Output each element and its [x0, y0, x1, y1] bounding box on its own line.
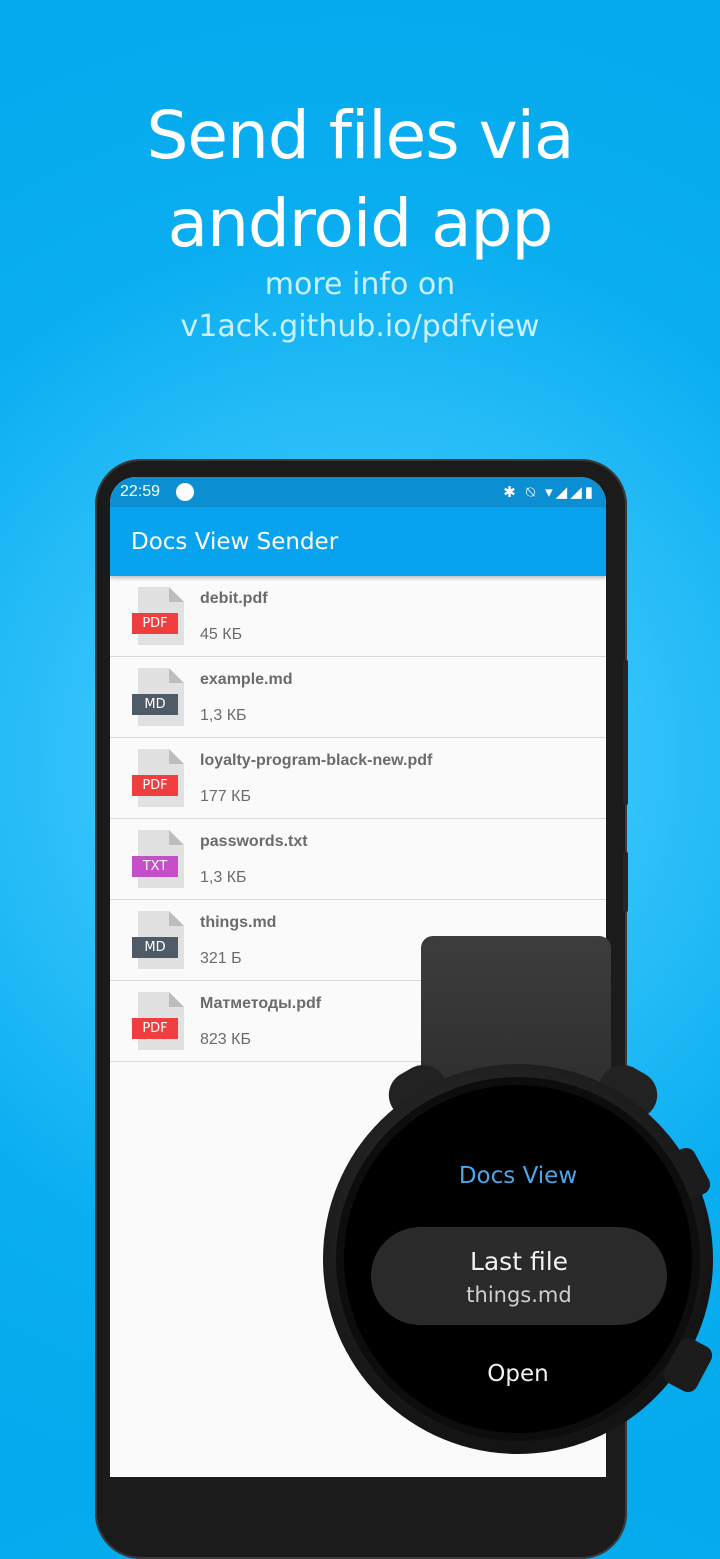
pdf-file-icon: PDF [132, 992, 184, 1050]
md-file-icon: MD [132, 668, 184, 726]
file-list-item[interactable]: PDF debit.pdf 45 КБ [110, 576, 606, 657]
watch-app-title: Docs View [458, 1163, 578, 1189]
file-size: 177 КБ [200, 788, 251, 805]
pdf-file-icon: PDF [132, 749, 184, 807]
last-file-name: things.md [466, 1283, 572, 1307]
notification-dot-icon [176, 483, 194, 501]
subheadline: more info on v1ack.github.io/pdfview [0, 264, 720, 348]
file-list-item[interactable]: PDF loyalty-program-black-new.pdf 177 КБ [110, 738, 606, 819]
headline-line-1: Send files via [146, 97, 575, 174]
headline: Send files via android app [0, 92, 720, 268]
file-type-tag: MD [132, 937, 178, 958]
last-file-card[interactable]: Last file things.md [371, 1227, 667, 1325]
file-list-item[interactable]: TXT passwords.txt 1,3 КБ [110, 819, 606, 900]
status-icons: ✱ ⍉ ▾◢◢▮ [503, 484, 596, 501]
app-bar: Docs View Sender [110, 507, 606, 576]
file-size: 823 КБ [200, 1031, 251, 1048]
file-name: loyalty-program-black-new.pdf [200, 752, 433, 769]
file-type-tag: MD [132, 694, 178, 715]
headline-line-2: android app [167, 185, 554, 262]
file-list-item[interactable]: MD example.md 1,3 КБ [110, 657, 606, 738]
file-name: passwords.txt [200, 833, 308, 850]
subheadline-url: v1ack.github.io/pdfview [180, 309, 540, 344]
file-size: 321 Б [200, 950, 242, 967]
file-size: 1,3 КБ [200, 869, 247, 886]
file-type-tag: TXT [132, 856, 178, 877]
last-file-label: Last file [469, 1247, 569, 1276]
md-file-icon: MD [132, 911, 184, 969]
file-size: 45 КБ [200, 626, 243, 643]
txt-file-icon: TXT [132, 830, 184, 888]
pdf-file-icon: PDF [132, 587, 184, 645]
open-button[interactable]: Open [344, 1361, 692, 1387]
app-title: Docs View Sender [131, 529, 339, 555]
watch-screen: Docs View Last file things.md Open [344, 1085, 692, 1433]
status-time: 22:59 [120, 483, 161, 500]
status-bar: 22:59 ✱ ⍉ ▾◢◢▮ [110, 477, 606, 507]
file-name: things.md [200, 914, 277, 931]
subheadline-line-1: more info on [264, 267, 456, 302]
file-name: Матметоды.pdf [200, 995, 322, 1012]
file-type-tag: PDF [132, 613, 178, 634]
phone-side-button [623, 660, 628, 805]
file-type-tag: PDF [132, 775, 178, 796]
file-name: example.md [200, 671, 293, 688]
file-size: 1,3 КБ [200, 707, 247, 724]
file-type-tag: PDF [132, 1018, 178, 1039]
phone-side-button [623, 852, 628, 912]
file-name: debit.pdf [200, 590, 268, 607]
